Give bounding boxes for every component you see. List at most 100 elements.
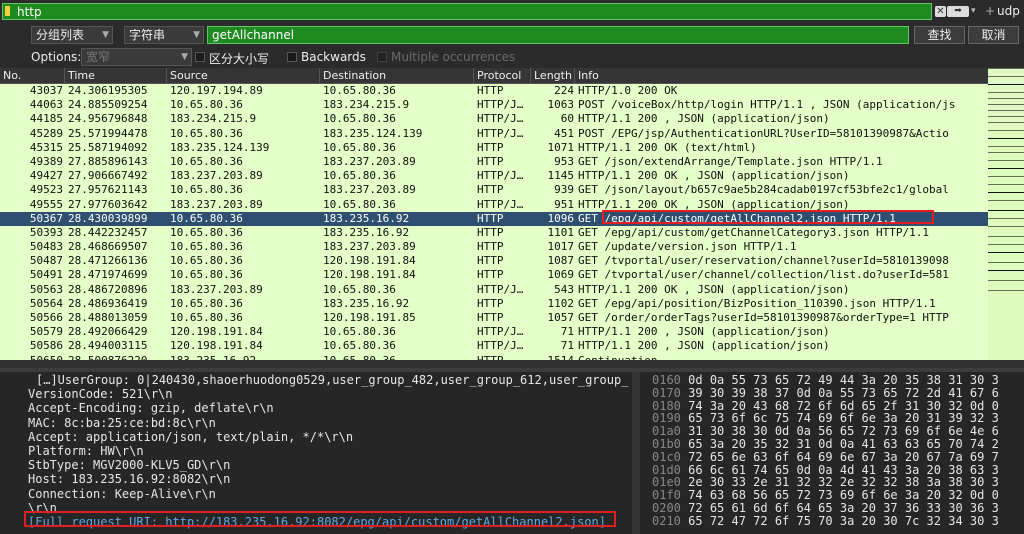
find-options-bar: Options: 宽窄 ▼ 区分大小写 Backwards Multiple o… <box>0 46 1024 68</box>
find-button[interactable]: 查找 <box>914 26 965 44</box>
packet-list-minimap-scrollbar[interactable] <box>988 68 1024 360</box>
detail-line[interactable]: Platform: HW\r\n <box>28 444 144 459</box>
minimap-tick <box>988 68 1024 69</box>
cell-proto: HTTP <box>477 296 504 310</box>
info-highlight-box <box>602 210 934 224</box>
table-row[interactable]: 50491 28.471974699 10.65.80.36 120.198.191.… <box>0 268 988 282</box>
cell-info: HTTP/1.1 200 OK , JSON (application/json… <box>578 282 850 296</box>
detail-line[interactable]: Accept: application/json, text/plain, */… <box>28 430 353 445</box>
cell-info: POST /voiceBox/http/login HTTP/1.1 , JSO… <box>578 98 956 112</box>
cell-proto: HTTP <box>477 183 504 197</box>
detail-line[interactable]: Connection: Keep-Alive\r\n <box>28 487 216 502</box>
detail-line[interactable]: VersionCode: 521\r\n <box>28 387 173 402</box>
cell-proto: HTTP <box>477 240 504 254</box>
table-row[interactable]: 50564 28.486936419 10.65.80.36 183.235.16.9… <box>0 297 988 311</box>
column-header-protocol[interactable]: Protocol <box>474 68 531 83</box>
hex-bytes: 65 72 47 72 6f 75 70 3a 20 30 7c 32 34 3… <box>688 513 999 528</box>
details-scrollbar[interactable] <box>632 372 640 534</box>
table-row[interactable]: 49389 27.885896143 10.65.80.36 183.237.203.… <box>0 155 988 169</box>
cell-no: 49523 <box>29 183 63 197</box>
charset-select[interactable]: 宽窄 ▼ <box>81 48 192 66</box>
minimap-tick <box>988 192 1024 193</box>
cell-no: 50566 <box>29 311 63 324</box>
detail-line[interactable]: […]UserGroup: 0|240430,shaoerhuodong0529… <box>36 373 628 388</box>
table-row[interactable]: 45289 25.571994478 10.65.80.36 183.235.124.… <box>0 127 988 141</box>
cell-dst: 183.237.203.89 <box>323 183 416 197</box>
table-row[interactable]: 45315 25.587194092 183.235.124.139 10.65.80… <box>0 141 988 155</box>
cell-len: 939 <box>554 183 574 197</box>
minimap-tick <box>988 280 1024 281</box>
cell-len: 451 <box>554 126 574 140</box>
minimap-tick <box>988 252 1024 253</box>
cell-no: 44185 <box>29 112 63 126</box>
detail-line[interactable]: Accept-Encoding: gzip, deflate\r\n <box>28 401 274 416</box>
find-string-input[interactable]: getAllchannel <box>207 26 909 44</box>
cell-len: 1087 <box>547 254 575 268</box>
cell-len: 1017 <box>547 240 575 254</box>
display-filter-input[interactable]: http <box>2 3 932 20</box>
detail-line[interactable]: Host: 183.235.16.92:8082\r\n <box>28 472 230 487</box>
minimap-tick <box>988 84 1024 85</box>
table-row[interactable]: 50393 28.442232457 10.65.80.36 183.235.16.9… <box>0 226 988 240</box>
cell-len: 1057 <box>547 311 575 324</box>
table-row[interactable]: 49523 27.957621143 10.65.80.36 183.237.203.… <box>0 183 988 197</box>
cell-dst: 120.198.191.85 <box>323 311 416 324</box>
apply-filter-icon[interactable]: ➡ <box>947 6 969 17</box>
case-sensitive-checkbox[interactable] <box>195 52 205 62</box>
cell-info: GET /epg/api/custom/getChannelCategory3.… <box>578 225 929 239</box>
cell-time: 28.488013059 <box>68 311 148 324</box>
column-header-length[interactable]: Length <box>531 68 575 83</box>
bookmark-icon[interactable] <box>5 6 10 16</box>
cell-no: 45289 <box>29 126 63 140</box>
search-type-select[interactable]: 字符串 ▼ <box>124 26 204 44</box>
packet-details-pane[interactable]: […]UserGroup: 0|240430,shaoerhuodong0529… <box>0 372 632 534</box>
backwards-checkbox[interactable] <box>287 52 297 62</box>
cell-time: 24.956796848 <box>68 112 148 126</box>
pane-splitter[interactable] <box>0 360 1024 368</box>
packet-list-header: No. Time Source Destination Protocol Len… <box>0 68 988 84</box>
detail-line[interactable]: StbType: MGV2000-KLV5_GD\r\n <box>28 458 230 473</box>
minimap-tick <box>988 110 1024 111</box>
clear-filter-icon[interactable]: ✕ <box>935 6 946 17</box>
filter-history-dropdown-icon[interactable]: ▾ <box>971 5 981 17</box>
cell-dst: 120.198.191.84 <box>323 268 416 282</box>
column-header-destination[interactable]: Destination <box>320 68 474 83</box>
column-header-info[interactable]: Info <box>575 68 988 83</box>
table-row[interactable]: 43037 24.306195305 120.197.194.89 10.65.80.… <box>0 84 988 98</box>
cancel-button[interactable]: 取消 <box>968 26 1019 44</box>
detail-line[interactable]: MAC: 8c:ba:25:ce:bd:8c\r\n <box>28 416 216 431</box>
cell-src: 183.237.203.89 <box>170 197 263 211</box>
cell-len: 543 <box>554 282 574 296</box>
table-row[interactable]: 50563 28.486720896 183.237.203.89 10.65.80.… <box>0 283 988 297</box>
packet-bytes-pane[interactable]: 0160 0d 0a 55 73 65 72 49 44 3a 20 35 38… <box>640 372 1024 534</box>
cell-proto: HTTP <box>477 211 504 225</box>
minimap-tick <box>988 200 1024 201</box>
search-in-select[interactable]: 分组列表 ▼ <box>31 26 113 44</box>
minimap-tick <box>988 98 1024 99</box>
add-filter-button-icon[interactable]: + <box>985 4 995 18</box>
filter-button-udp[interactable]: udp <box>997 4 1020 18</box>
column-header-source[interactable]: Source <box>167 68 320 83</box>
table-row[interactable]: 50483 28.468669507 10.65.80.36 183.237.203.… <box>0 240 988 254</box>
minimap-tick <box>988 210 1024 211</box>
cell-no: 50586 <box>29 339 63 353</box>
cell-src: 10.65.80.36 <box>170 268 243 282</box>
cell-time: 28.492066429 <box>68 325 148 339</box>
table-row[interactable]: 50586 28.494003115 120.198.191.84 10.65.80.… <box>0 339 988 353</box>
table-row[interactable]: 50579 28.492066429 120.198.191.84 10.65.80.… <box>0 325 988 339</box>
cell-proto: HTTP <box>477 140 504 154</box>
table-row[interactable]: 50487 28.471266136 10.65.80.36 120.198.191.… <box>0 254 988 268</box>
column-header-time[interactable]: Time <box>65 68 167 83</box>
table-row[interactable]: 50566 28.488013059 10.65.80.36 120.198.191.… <box>0 311 988 325</box>
cell-src: 10.65.80.36 <box>170 98 243 112</box>
column-header-no[interactable]: No. <box>0 68 65 83</box>
minimap-tick <box>988 146 1024 147</box>
table-row[interactable]: 44063 24.885509254 10.65.80.36 183.234.215.… <box>0 98 988 112</box>
multiple-occurrences-checkbox[interactable] <box>377 52 387 62</box>
table-row[interactable]: 49427 27.906667492 183.237.203.89 10.65.80.… <box>0 169 988 183</box>
cell-len: 1101 <box>547 225 575 239</box>
cell-no: 50483 <box>29 240 63 254</box>
minimap-tick <box>988 226 1024 227</box>
hex-row[interactable]: 0210 65 72 47 72 6f 75 70 3a 20 30 7c 32… <box>652 514 999 529</box>
table-row[interactable]: 44185 24.956796848 183.234.215.9 10.65.80.3… <box>0 112 988 126</box>
